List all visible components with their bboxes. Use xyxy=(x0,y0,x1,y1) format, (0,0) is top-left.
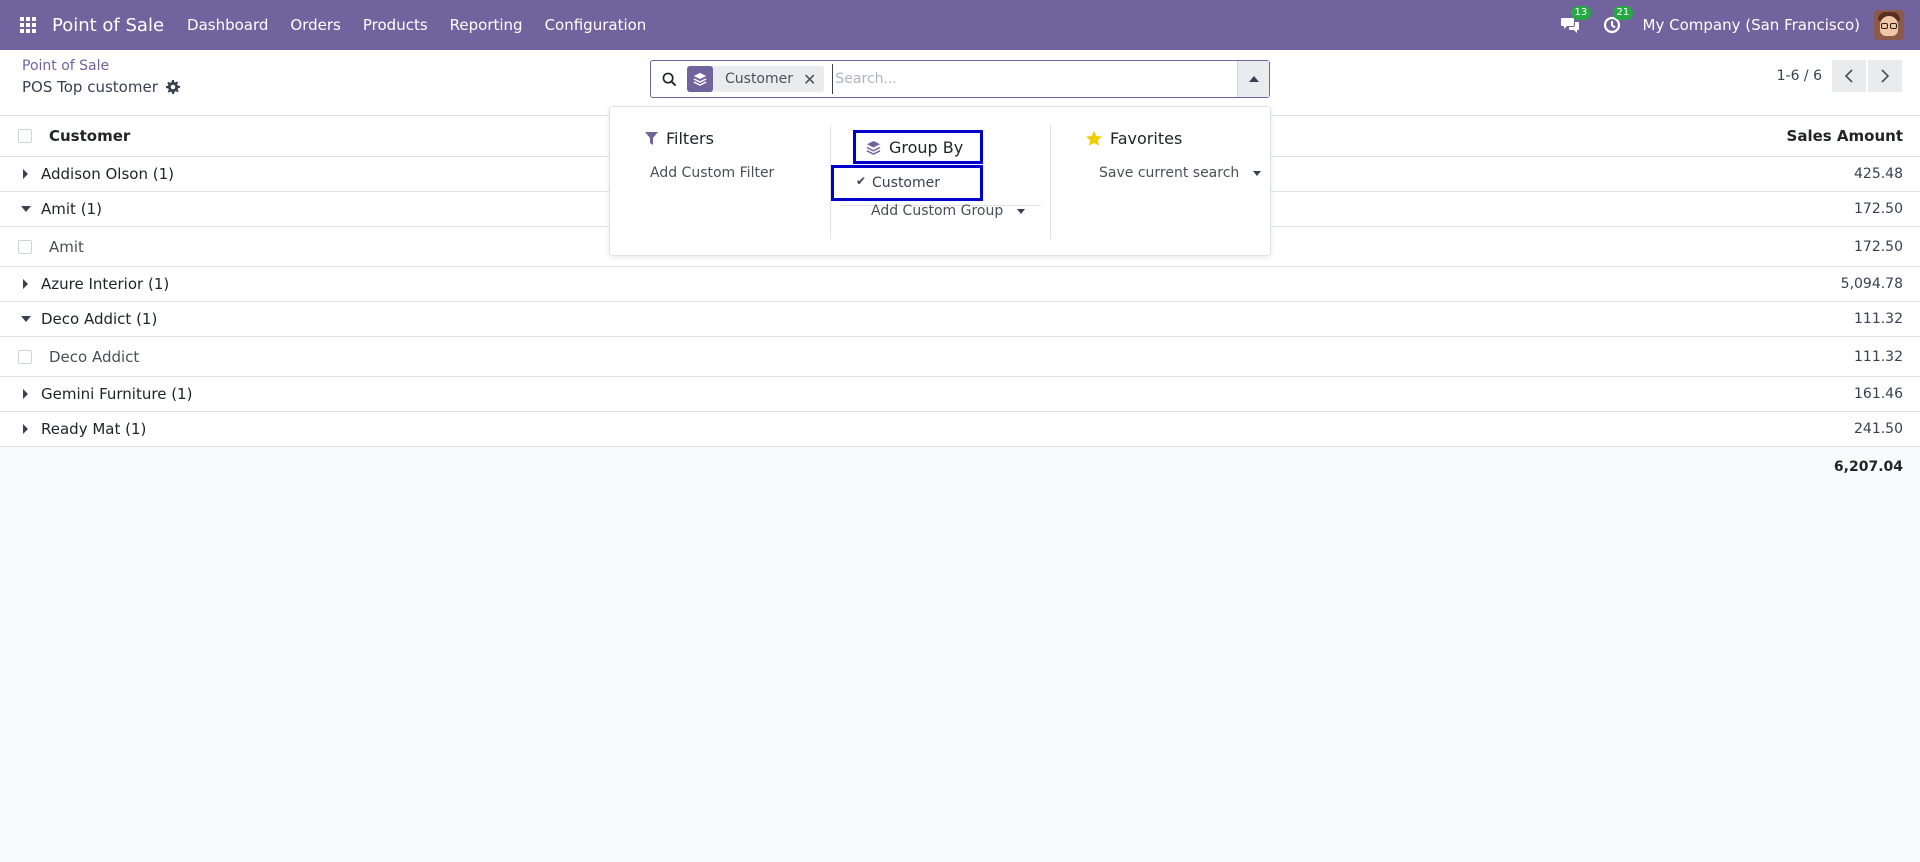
column-header-customer[interactable]: Customer xyxy=(49,127,130,145)
caret-right-icon xyxy=(23,169,28,179)
group-row[interactable]: Gemini Furniture (1) 161.46 xyxy=(0,377,1920,412)
group-row[interactable]: Deco Addict (1) 111.32 xyxy=(0,302,1920,337)
group-amount: 172.50 xyxy=(1854,201,1903,217)
filters-panel: Filters Add Custom Filter xyxy=(610,107,830,257)
caret-down-icon xyxy=(21,316,31,322)
navbar-systray: 13 21 My Company (San Francisco) xyxy=(1559,0,1920,50)
main-menu: Dashboard Orders Products Reporting Conf… xyxy=(176,16,657,34)
favorites-title-text: Favorites xyxy=(1110,129,1183,148)
group-label: Amit (1) xyxy=(41,200,102,218)
group-label: Ready Mat (1) xyxy=(41,420,147,438)
activities-button[interactable]: 21 xyxy=(1601,6,1634,36)
checkmark-icon: ✔ xyxy=(856,174,867,188)
add-custom-filter[interactable]: Add Custom Filter xyxy=(650,165,774,181)
save-current-search[interactable]: Save current search xyxy=(1099,165,1262,181)
chevron-right-icon xyxy=(1881,69,1890,83)
group-label: Deco Addict (1) xyxy=(41,310,158,328)
group-label: Azure Interior (1) xyxy=(41,275,170,293)
pager-next-button[interactable] xyxy=(1868,60,1902,92)
menu-reporting[interactable]: Reporting xyxy=(439,16,534,34)
caret-down-icon xyxy=(1253,170,1262,176)
row-checkbox[interactable] xyxy=(18,349,32,364)
search-icon xyxy=(651,72,687,87)
app-name[interactable]: Point of Sale xyxy=(52,15,164,36)
favorites-title: Favorites xyxy=(1086,129,1182,148)
caret-right-icon xyxy=(23,389,28,399)
group-row[interactable]: Azure Interior (1) 5,094.78 xyxy=(0,267,1920,302)
messages-count-badge: 13 xyxy=(1570,6,1592,20)
add-custom-group-select[interactable]: Add Custom Group xyxy=(871,203,1026,219)
group-label: Addison Olson (1) xyxy=(41,165,174,183)
apps-grid-icon[interactable] xyxy=(20,16,38,34)
breadcrumb[interactable]: Point of Sale xyxy=(22,58,109,74)
caret-down-icon xyxy=(1017,208,1026,214)
row-amount: 111.32 xyxy=(1854,348,1903,365)
search-facet-groupby: Customer ✕ xyxy=(687,66,825,92)
groupby-option-customer[interactable]: ✔ Customer xyxy=(831,165,983,201)
total-amount: 6,207.04 xyxy=(1833,459,1903,475)
search-options-toggle[interactable] xyxy=(1237,61,1269,97)
top-navbar: Point of Sale Dashboard Orders Products … xyxy=(0,0,1920,50)
menu-products[interactable]: Products xyxy=(352,16,439,34)
company-switcher[interactable]: My Company (San Francisco) xyxy=(1643,16,1860,34)
activities-count-badge: 21 xyxy=(1612,6,1634,20)
group-amount: 241.50 xyxy=(1854,421,1903,437)
pager-previous-button[interactable] xyxy=(1832,60,1866,92)
chevron-left-icon xyxy=(1844,69,1853,83)
caret-down-icon xyxy=(21,206,31,212)
row-checkbox[interactable] xyxy=(18,239,32,254)
column-header-sales-amount[interactable]: Sales Amount xyxy=(1787,127,1903,145)
menu-orders[interactable]: Orders xyxy=(279,16,351,34)
caret-right-icon xyxy=(23,279,28,289)
group-amount: 425.48 xyxy=(1854,166,1903,182)
facet-remove-icon[interactable]: ✕ xyxy=(803,70,824,89)
layers-icon xyxy=(866,140,881,155)
pager: 1-6 / 6 xyxy=(1777,60,1902,92)
filters-title-text: Filters xyxy=(666,129,714,148)
groupby-panel: Group By ✔ Customer Add Custom Group xyxy=(830,125,1051,239)
group-amount: 161.46 xyxy=(1854,386,1903,402)
filter-icon xyxy=(645,131,658,146)
filters-title: Filters xyxy=(645,129,714,148)
row-customer: Deco Addict xyxy=(49,347,140,366)
group-row[interactable]: Ready Mat (1) 241.50 xyxy=(0,412,1920,447)
caret-up-icon xyxy=(1248,76,1259,82)
star-icon xyxy=(1086,131,1102,146)
row-customer: Amit xyxy=(49,237,84,256)
pager-value[interactable]: 1-6 / 6 xyxy=(1777,68,1822,84)
table-row[interactable]: Deco Addict 111.32 xyxy=(0,337,1920,377)
search-bar: Customer ✕ xyxy=(650,60,1270,98)
save-current-search-label: Save current search xyxy=(1099,165,1240,181)
groupby-title: Group By xyxy=(853,130,983,164)
group-label: Gemini Furniture (1) xyxy=(41,385,193,403)
page-title-text: POS Top customer xyxy=(22,78,158,96)
layers-icon xyxy=(687,66,713,92)
search-options-dropdown: Filters Add Custom Filter Group By ✔ Cus… xyxy=(609,106,1271,256)
caret-right-icon xyxy=(23,424,28,434)
group-amount: 111.32 xyxy=(1854,311,1903,327)
menu-configuration[interactable]: Configuration xyxy=(534,16,658,34)
facet-value: Customer xyxy=(725,71,794,87)
messages-button[interactable]: 13 xyxy=(1559,6,1592,36)
menu-dashboard[interactable]: Dashboard xyxy=(176,16,279,34)
add-custom-group-label: Add Custom Group xyxy=(871,203,1004,219)
user-avatar[interactable] xyxy=(1874,10,1904,40)
gear-icon[interactable] xyxy=(165,80,180,94)
select-all-checkbox[interactable] xyxy=(18,129,32,143)
row-amount: 172.50 xyxy=(1854,238,1903,255)
groupby-option-label: Customer xyxy=(872,175,941,191)
groupby-title-text: Group By xyxy=(889,137,964,157)
group-amount: 5,094.78 xyxy=(1840,276,1903,292)
search-input[interactable] xyxy=(832,64,1237,94)
page-title: POS Top customer xyxy=(22,78,180,96)
list-footer-total: 6,207.04 xyxy=(0,447,1920,489)
favorites-panel: Favorites Save current search xyxy=(1051,107,1272,257)
